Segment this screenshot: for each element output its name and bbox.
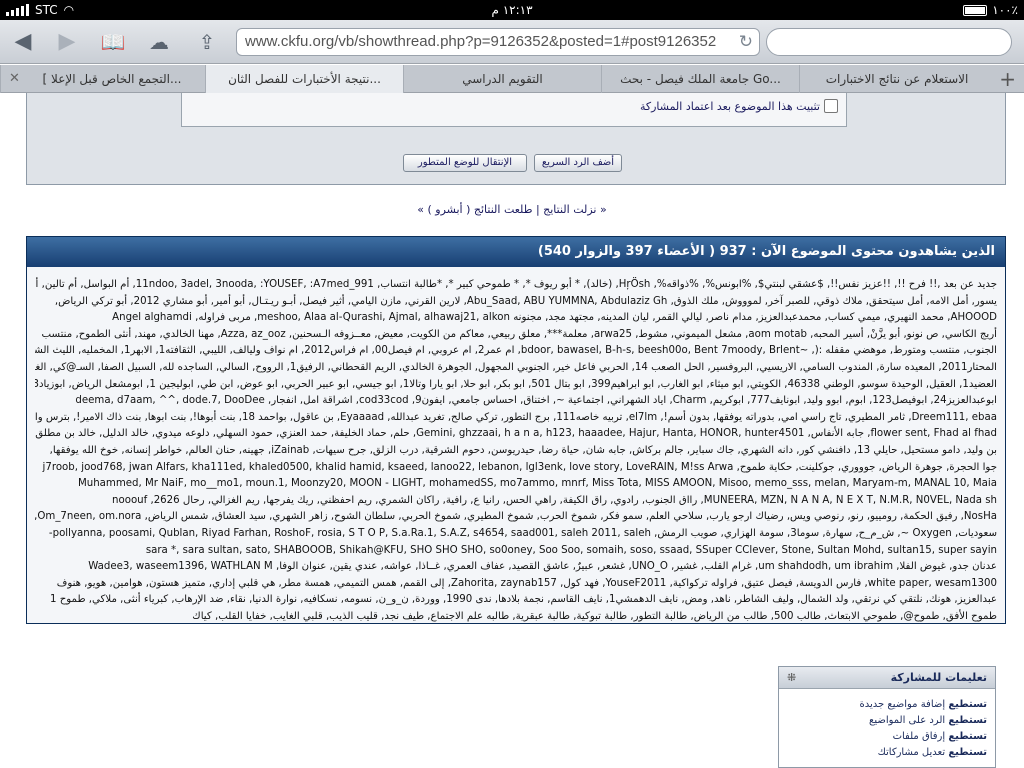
pin-checkbox[interactable]	[824, 99, 838, 113]
tab-label: الاستعلام عن نتائج الاختبارات	[825, 72, 969, 86]
share-icon[interactable]: ⇪	[192, 28, 222, 56]
tab-results-inquiry[interactable]: الاستعلام عن نتائج الاختبارات	[799, 65, 994, 93]
quick-reply-button[interactable]: أضف الرد السريع	[534, 154, 622, 172]
viewers-line[interactable]: جديد عن بعد ,!! فرح !!, !!عزيز نفس!!, $ع…	[35, 277, 997, 294]
permission-item: تستطيع إرفاق ملفات	[779, 729, 987, 745]
tab-bar: ✕ [ التجمع الخاص قبل الإعلا... نتيجة الأ…	[0, 65, 1024, 93]
viewers-list: جديد عن بعد ,!! فرح !!, !!عزيز نفس!!, $ع…	[27, 267, 1005, 623]
viewers-line[interactable]: NosHa, رفيق الحكمة, رومييو, رنو, رنوصي و…	[35, 509, 997, 526]
viewers-line[interactable]: flower sent, Fhad al fhad, جابه الأنفاس,…	[35, 426, 997, 443]
tab-label: [ التجمع الخاص قبل الإعلا...	[42, 72, 182, 86]
permissions-list: تستطيع إضافة مواضيع جديدة تستطيع الرد على…	[779, 689, 995, 761]
viewers-line[interactable]: عبدالعزيز, هونك, نلتقي كي نرتقي, ولد الش…	[35, 592, 997, 609]
pin-label: تثبيت هذا الموضوع بعد اعتماد المشاركة	[639, 99, 820, 113]
clock: ١٢:١٣ م	[491, 3, 533, 17]
viewers-line[interactable]: ابوعبدالعزيز24, ابوفيصل123, ابوم, ابوو و…	[35, 393, 997, 410]
tab-label: التقويم الدراسي	[462, 72, 543, 86]
battery-icon	[963, 4, 988, 16]
reply-options-box: تثبيت هذا الموضوع بعد اعتماد المشاركة	[181, 93, 847, 127]
permission-strong: تستطيع	[948, 715, 987, 726]
viewers-line[interactable]: Dreem111, ebaa, ثامر المطيري, تاج راسي ا…	[35, 410, 997, 427]
tab-kfu-search[interactable]: جامعة الملك فيصل - بحث Go...	[601, 65, 799, 93]
viewers-line[interactable]: طموح الأفق, طموح@, طموحي الابتعاث, طالب …	[35, 609, 997, 623]
viewers-line[interactable]: الجنوب, منتسب ومتورط, موهضي مقفله :(, ~b…	[35, 343, 997, 360]
back-arrow-icon[interactable]: ◀	[8, 28, 38, 56]
posting-permissions-box: تعليمات للمشاركة ⁜ تستطيع إضافة مواضيع ج…	[778, 666, 996, 768]
thread-nav-links[interactable]: « نزلت النتايج | طلعت النتائج ( أبشرو ) …	[0, 203, 1024, 216]
browser-toolbar: ◀ ▶ 📖 ☁ ⇪ www.ckfu.org/vb/showthread.php…	[0, 20, 1024, 64]
forward-arrow-icon[interactable]: ▶	[52, 28, 82, 56]
web-page: تثبيت هذا الموضوع بعد اعتماد المشاركة أض…	[0, 93, 1024, 768]
reply-panel: تثبيت هذا الموضوع بعد اعتماد المشاركة أض…	[26, 93, 1006, 185]
permission-strong: تستطيع	[948, 747, 987, 758]
url-text: www.ckfu.org/vb/showthread.php?p=9126352…	[245, 33, 717, 50]
tab-private-gathering[interactable]: ✕ [ التجمع الخاص قبل الإعلا...	[0, 65, 205, 93]
pin-option[interactable]: تثبيت هذا الموضوع بعد اعتماد المشاركة	[640, 99, 838, 113]
add-tab-icon[interactable]: +	[999, 65, 1016, 93]
permission-text: تعديل مشاركاتك	[877, 747, 949, 758]
bookmarks-book-icon[interactable]: 📖	[98, 28, 128, 56]
viewers-line[interactable]: MUNEERA, MZN, N A N A, N E X T, N.M.R, N…	[35, 493, 997, 510]
viewers-line[interactable]: سعوديات, Oxygen ~, ش_م_ح, سهارة, سوما3, …	[35, 526, 997, 543]
viewers-line[interactable]: sara *, sara sultan, sato, SHABOOOB, Shi…	[35, 543, 997, 560]
thread-nav-text[interactable]: « نزلت النتايج | طلعت النتائج ( أبشرو ) …	[417, 203, 606, 216]
tab-label: جامعة الملك فيصل - بحث Go...	[620, 72, 781, 86]
viewers-line[interactable]: المحتار2011, المعيده سارة, المندوب السام…	[35, 360, 997, 377]
tab-academic-calendar[interactable]: التقويم الدراسي	[403, 65, 601, 93]
permission-item: تستطيع الرد على المواضيع	[779, 713, 987, 729]
permission-item: تستطيع تعديل مشاركاتك	[779, 745, 987, 761]
permission-text: إضافة مواضيع جديدة	[859, 699, 949, 710]
viewers-title: الذين يشاهدون محتوى الموضوع الآن : 937 (…	[27, 237, 1005, 267]
viewers-panel: الذين يشاهدون محتوى الموضوع الآن : 937 (…	[26, 236, 1006, 624]
permission-strong: تستطيع	[948, 699, 987, 710]
close-tab-icon[interactable]: ✕	[9, 65, 20, 93]
viewers-line[interactable]: العضيد1, العقيل, الوحيدة سوسو, الوطني 46…	[35, 377, 997, 394]
permissions-header: تعليمات للمشاركة ⁜	[779, 667, 995, 689]
viewers-line[interactable]: AHOOOD, محمد النهيري, ميمي كساب, محمدعبد…	[35, 310, 997, 327]
advanced-mode-button[interactable]: الإنتقال للوضع المتطور	[403, 154, 527, 172]
address-bar[interactable]: www.ckfu.org/vb/showthread.php?p=9126352…	[236, 28, 760, 56]
permission-strong: تستطيع	[948, 731, 987, 742]
permission-item: تستطيع إضافة مواضيع جديدة	[779, 697, 988, 713]
tab-exam-results[interactable]: نتيجة الأختبارات للفصل الثان...	[205, 65, 403, 93]
viewers-line[interactable]: جوا الحجرة, جوهرة الرياض, جوووري, جوكلين…	[35, 460, 997, 477]
viewers-line[interactable]: أريج الكاسي, ص نونو, أبو يزَّنْ, أسير ال…	[35, 327, 997, 344]
permission-text: الرد على المواضيع	[869, 715, 949, 726]
collapse-grip-icon[interactable]: ⁜	[787, 667, 796, 689]
cloud-icon[interactable]: ☁	[144, 28, 174, 56]
search-input[interactable]	[766, 28, 1012, 56]
permissions-title: تعليمات للمشاركة	[890, 671, 987, 684]
viewers-line[interactable]: عدنان جدو, غيوض الفلا, um shahdodh, um i…	[35, 559, 997, 576]
viewers-line[interactable]: يسور, أمل الامه, أمل سيتحقق, ملاك ذوقي, …	[35, 294, 997, 311]
status-bar: STC ◠ ١٢:١٣ م ١٠٠٪	[0, 0, 1024, 20]
viewers-line[interactable]: بن وليد, دامو مستحيل, حايلي 13, دافنشي ك…	[35, 443, 997, 460]
viewers-line[interactable]: white paper, wesam1300, فارس الدويسة, في…	[35, 576, 997, 593]
battery-label: ١٠٠٪	[992, 3, 1018, 17]
tab-label: نتيجة الأختبارات للفصل الثان...	[228, 72, 381, 86]
viewers-line[interactable]: Muhammed, Mr NaiF, mo__mo1, moun.1, Moon…	[35, 476, 997, 493]
reload-icon[interactable]: ↻	[739, 29, 753, 55]
permission-text: إرفاق ملفات	[892, 731, 949, 742]
